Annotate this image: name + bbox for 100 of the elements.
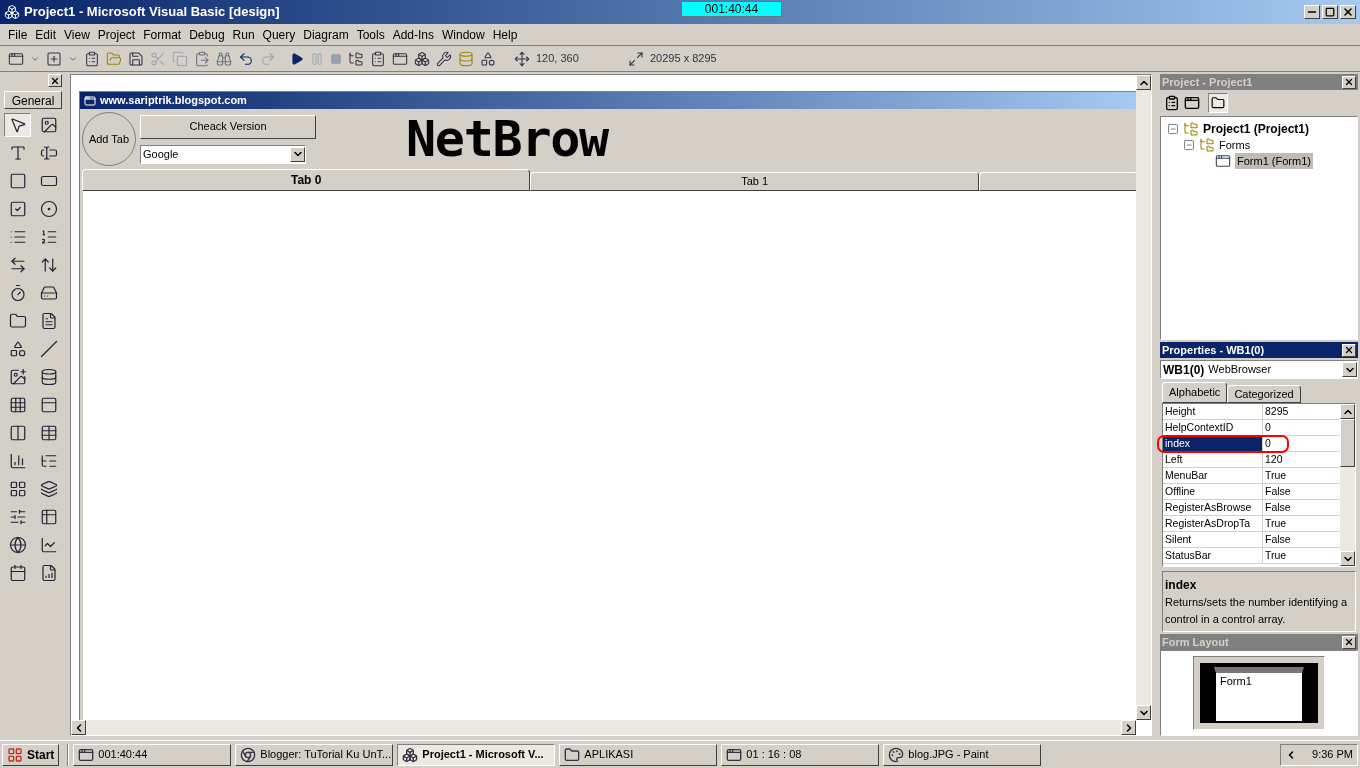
maximize-button[interactable] (1322, 5, 1338, 19)
tree-item[interactable]: Forms (1219, 136, 1251, 154)
close-button[interactable] (48, 74, 62, 87)
image-icon (8, 368, 27, 386)
form-title: www.sariptrik.blogspot.com (100, 93, 247, 109)
close-icon (1344, 637, 1354, 647)
menu-item[interactable]: Query (258, 25, 300, 44)
property-value[interactable]: True (1263, 516, 1287, 531)
add-tab-button[interactable]: Add Tab (82, 112, 136, 166)
collapse-icon[interactable] (1167, 123, 1179, 135)
stopwatch-icon (8, 284, 27, 302)
taskbar-button[interactable]: Blogger: TuTorial Ku UnT... (235, 743, 394, 766)
menu-editor-icon[interactable] (84, 50, 100, 67)
size-icon[interactable] (628, 50, 644, 67)
view-code-icon[interactable] (1164, 95, 1180, 111)
menu-item[interactable]: Window (438, 25, 489, 44)
property-value[interactable]: False (1263, 532, 1291, 547)
object-combo[interactable]: WB1(0) WebBrowser (1160, 360, 1358, 379)
search-engine-combo[interactable]: Google (140, 144, 306, 164)
property-name[interactable]: Offline (1163, 484, 1263, 499)
close-button[interactable] (1342, 635, 1356, 649)
menu-item[interactable]: Format (139, 25, 186, 44)
property-name[interactable]: RegisterAsBrowse (1163, 500, 1263, 515)
add-form-icon[interactable] (46, 50, 62, 67)
toolbox-icon[interactable] (436, 50, 452, 67)
letter-icon (8, 144, 27, 162)
play-icon[interactable] (290, 51, 304, 66)
property-value[interactable]: True (1263, 468, 1287, 483)
form-layout-icon[interactable] (392, 50, 408, 67)
property-value[interactable]: 120 (1263, 452, 1283, 467)
position-icon[interactable] (514, 50, 530, 67)
project-explorer-icon[interactable] (348, 50, 364, 67)
check-version-button[interactable]: Cheack Version (140, 114, 316, 139)
menu-item[interactable]: Add-Ins (388, 25, 438, 44)
property-value[interactable]: False (1263, 500, 1291, 515)
taskbar-button[interactable]: blog.JPG - Paint (883, 743, 1042, 766)
tab[interactable]: Tab 1 (530, 172, 979, 191)
tree-item[interactable]: Form1 (Form1) (1235, 152, 1313, 170)
tree-item[interactable]: Project1 (Project1) (1203, 120, 1310, 138)
menu-item[interactable]: View (60, 25, 94, 44)
menu-item[interactable]: Edit (31, 25, 61, 44)
save-icon[interactable] (128, 50, 144, 67)
menu-item[interactable]: Project (93, 25, 140, 44)
taskbar-button[interactable]: 01 : 16 : 08 (721, 743, 880, 766)
text-field-icon (39, 144, 58, 162)
toolbox-tab[interactable]: General (4, 91, 62, 109)
horizontal-scrollbar[interactable] (71, 720, 1136, 735)
property-value[interactable]: False (1263, 484, 1291, 499)
add-project-icon[interactable] (8, 50, 24, 67)
property-name[interactable]: RegisterAsDropTa (1163, 516, 1263, 531)
property-value[interactable]: 8295 (1263, 404, 1289, 419)
start-button[interactable]: Start (2, 743, 60, 766)
menu-item[interactable]: Diagram (299, 25, 353, 44)
close-button[interactable] (1342, 343, 1356, 357)
minimize-button[interactable] (1304, 5, 1320, 19)
undo-icon[interactable] (238, 50, 254, 67)
vertical-scroll-icon (39, 256, 58, 274)
menu-item[interactable]: Tools (352, 25, 389, 44)
toolbox-tool[interactable] (4, 113, 31, 137)
tab[interactable]: Tab 0 (82, 169, 531, 191)
close-button[interactable] (1340, 5, 1356, 19)
tab[interactable]: Categorized (1227, 385, 1301, 403)
paint-icon (888, 746, 905, 763)
taskbar-button[interactable]: Project1 - Microsoft V... (397, 743, 556, 766)
object-browser-icon[interactable] (414, 50, 430, 67)
property-name[interactable]: StatusBar (1163, 548, 1263, 563)
menu-item[interactable]: File (4, 25, 32, 44)
tab[interactable] (978, 172, 1136, 191)
horizontal-scroll-icon (8, 256, 27, 274)
view-object-icon[interactable] (1184, 95, 1200, 111)
property-name[interactable]: MenuBar (1163, 468, 1263, 483)
property-value[interactable]: 0 (1263, 436, 1271, 451)
file-icon (39, 312, 58, 330)
property-name[interactable]: HelpContextID (1163, 420, 1263, 435)
close-icon (1344, 345, 1354, 355)
calendar-icon (8, 564, 27, 582)
collapse-icon[interactable] (1183, 139, 1195, 151)
close-icon (50, 75, 60, 86)
panel-title: Project - Project1 (1162, 74, 1253, 90)
app-icon (402, 746, 419, 763)
property-value[interactable]: True (1263, 548, 1287, 563)
taskbar-button[interactable]: 001:40:44 (73, 743, 232, 766)
menu-item[interactable]: Run (228, 25, 259, 44)
component-icon[interactable] (480, 50, 496, 67)
toggle-folders-icon[interactable] (1208, 93, 1228, 113)
property-name[interactable]: Left (1163, 452, 1263, 467)
property-value[interactable]: 0 (1263, 420, 1271, 435)
paste-icon[interactable] (194, 50, 210, 67)
vertical-scrollbar[interactable] (1136, 75, 1151, 720)
radio-icon (39, 200, 58, 218)
property-name[interactable]: Height (1163, 404, 1263, 419)
property-name[interactable]: Silent (1163, 532, 1263, 547)
properties-icon[interactable] (370, 50, 386, 67)
list-icon (39, 228, 58, 246)
menu-item[interactable]: Debug (185, 25, 229, 44)
taskbar-button[interactable]: APLIKASI (559, 743, 718, 766)
vertical-scrollbar[interactable] (1340, 404, 1355, 566)
close-button[interactable] (1342, 75, 1356, 89)
find-icon[interactable] (216, 50, 232, 67)
menu-item[interactable]: Help (488, 25, 522, 44)
